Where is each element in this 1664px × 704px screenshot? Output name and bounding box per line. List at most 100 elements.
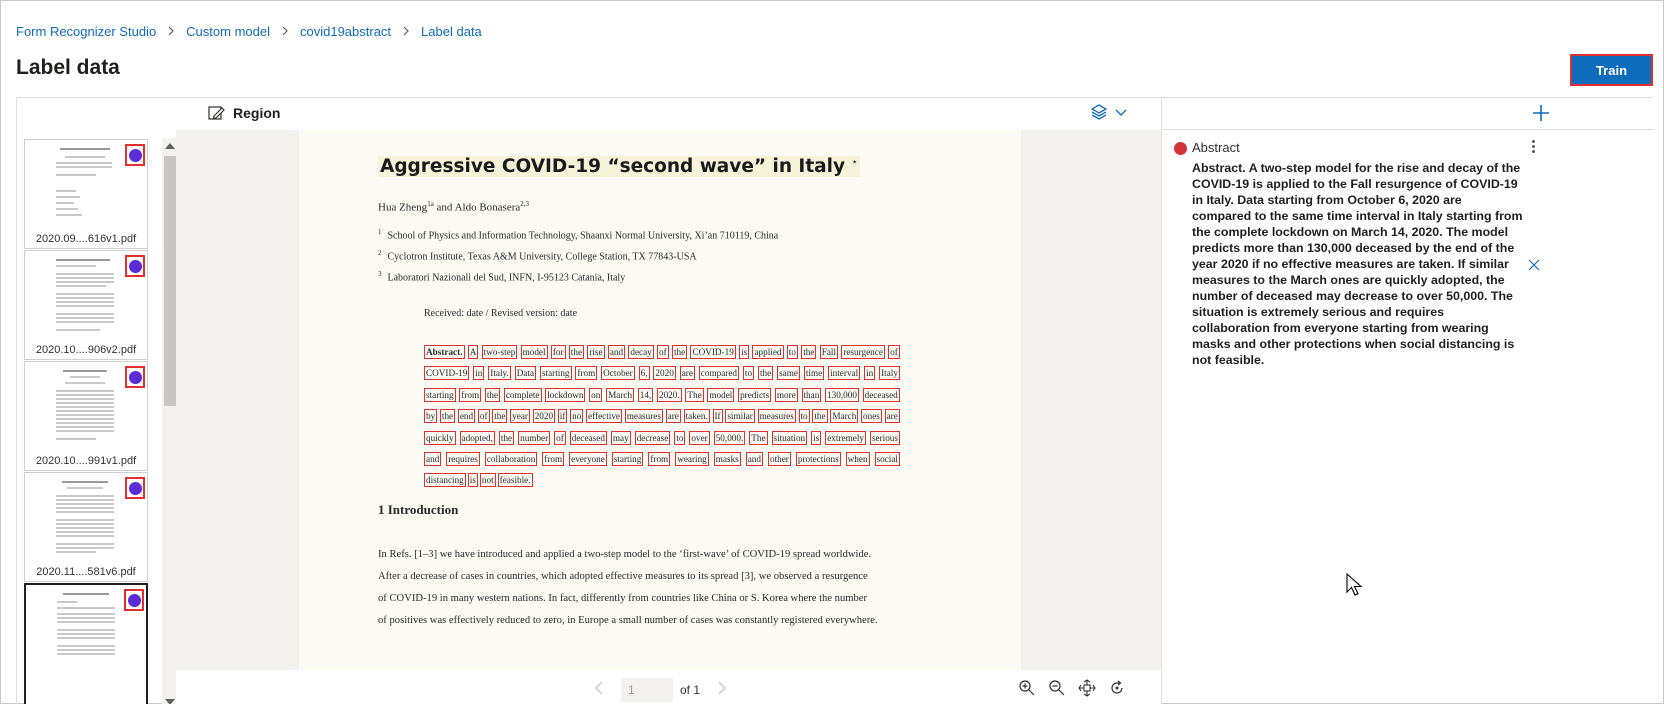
labeled-word-box[interactable]: the bbox=[671, 345, 688, 359]
labeled-word-box[interactable]: the bbox=[439, 409, 456, 423]
labeled-word-box[interactable]: same bbox=[777, 366, 800, 380]
thumbnail-item[interactable]: 2020.09....616v1.pdf bbox=[24, 139, 148, 249]
labeled-word-box[interactable]: taken. bbox=[683, 409, 710, 423]
labeled-word-box[interactable]: adopted, bbox=[459, 431, 495, 445]
region-tool-button[interactable]: Region bbox=[207, 104, 280, 122]
labeled-word-box[interactable]: The bbox=[749, 431, 768, 445]
labeled-word-box[interactable]: situation bbox=[771, 431, 808, 445]
labeled-word-box[interactable]: October bbox=[601, 366, 635, 380]
add-icon[interactable] bbox=[1530, 102, 1552, 124]
labeled-word-box[interactable]: the bbox=[568, 345, 585, 359]
labeled-word-box[interactable]: to bbox=[798, 409, 810, 423]
labeled-word-box[interactable]: from bbox=[459, 388, 482, 402]
labeled-word-box[interactable]: ones bbox=[861, 409, 882, 423]
labeled-word-box[interactable]: measures bbox=[624, 409, 663, 423]
labeled-word-box[interactable]: are bbox=[665, 409, 681, 423]
labeled-word-box[interactable]: deceased bbox=[862, 388, 900, 402]
labeled-word-box[interactable]: everyone bbox=[569, 452, 607, 466]
labeled-word-box[interactable]: of bbox=[657, 345, 669, 359]
labeled-word-box[interactable]: the bbox=[492, 409, 508, 423]
labeled-word-box[interactable]: protections bbox=[795, 452, 841, 466]
labeled-word-box[interactable]: interval bbox=[828, 366, 861, 380]
labeled-word-box[interactable]: from bbox=[542, 452, 565, 466]
labeled-word-box[interactable]: requires bbox=[446, 452, 480, 466]
labeled-word-box[interactable]: A bbox=[467, 345, 479, 359]
labeled-word-box[interactable]: on bbox=[589, 388, 603, 402]
close-icon[interactable] bbox=[1527, 258, 1541, 272]
labeled-word-box[interactable]: year bbox=[510, 409, 530, 423]
field-color-dot[interactable] bbox=[1174, 142, 1187, 155]
labeled-word-box[interactable]: more bbox=[774, 388, 798, 402]
labeled-word-box[interactable]: and bbox=[424, 452, 442, 466]
layers-dropdown[interactable] bbox=[1091, 104, 1128, 120]
labeled-word-box[interactable]: is bbox=[739, 345, 750, 359]
breadcrumb-item-project[interactable]: covid19abstract bbox=[300, 24, 391, 39]
labeled-word-box[interactable]: predicts bbox=[738, 388, 772, 402]
labeled-word-box[interactable]: may bbox=[610, 431, 631, 445]
labeled-word-box[interactable]: model bbox=[707, 388, 735, 402]
labeled-word-box[interactable]: 50,000. bbox=[713, 431, 746, 445]
labeled-word-box[interactable]: March bbox=[606, 388, 635, 402]
labeled-word-box[interactable]: 6, bbox=[638, 366, 650, 380]
labeled-word-box[interactable]: applied bbox=[752, 345, 784, 359]
document-thumbnail-list[interactable]: 2020.09....616v1.pdf 2020.10....906v2.pd… bbox=[16, 98, 176, 704]
labeled-word-box[interactable]: Italy. bbox=[488, 366, 511, 380]
labeled-word-box[interactable]: Abstract. bbox=[424, 345, 465, 359]
labeled-word-box[interactable]: social bbox=[874, 452, 900, 466]
labeled-word-box[interactable]: the bbox=[484, 388, 501, 402]
labeled-word-box[interactable]: is bbox=[811, 431, 822, 445]
labeled-word-box[interactable]: feasible. bbox=[497, 473, 533, 487]
labeled-word-box[interactable]: 2020. bbox=[656, 388, 682, 402]
zoom-out-icon[interactable] bbox=[1048, 679, 1066, 697]
labeled-word-box[interactable]: extremely bbox=[825, 431, 866, 445]
labeled-word-box[interactable]: deceased bbox=[569, 431, 607, 445]
labeled-word-box[interactable]: in bbox=[473, 366, 485, 380]
thumbnail-item-selected[interactable] bbox=[24, 583, 148, 704]
labeled-word-box[interactable]: than bbox=[801, 388, 822, 402]
labeled-word-box[interactable]: other bbox=[767, 452, 791, 466]
labeled-word-box[interactable]: number bbox=[518, 431, 551, 445]
labeled-word-box[interactable]: starting bbox=[611, 452, 644, 466]
labeled-word-box[interactable]: when bbox=[845, 452, 870, 466]
labeled-word-box[interactable]: resurgence bbox=[841, 345, 885, 359]
labeled-word-box[interactable]: COVID-19 bbox=[690, 345, 736, 359]
labeled-word-box[interactable]: quickly bbox=[424, 431, 456, 445]
labeled-word-box[interactable]: two-step bbox=[481, 345, 518, 359]
more-vertical-icon[interactable] bbox=[1526, 136, 1540, 156]
labeled-word-box[interactable]: of bbox=[477, 409, 490, 423]
thumbnail-item[interactable]: 2020.10....991v1.pdf bbox=[24, 361, 148, 471]
labeled-word-box[interactable]: rise bbox=[587, 345, 605, 359]
labeled-word-box[interactable]: the bbox=[801, 345, 817, 359]
labeled-word-box[interactable]: end bbox=[457, 409, 476, 423]
labeled-word-box[interactable]: lockdown bbox=[545, 388, 586, 402]
labeled-word-box[interactable]: 14, bbox=[637, 388, 654, 402]
labeled-word-box[interactable]: The bbox=[685, 388, 704, 402]
labeled-word-box[interactable]: 130,000 bbox=[825, 388, 859, 402]
labeled-word-box[interactable]: from bbox=[648, 452, 671, 466]
scroll-down-icon[interactable] bbox=[165, 699, 175, 704]
labeled-word-box[interactable]: are bbox=[679, 366, 695, 380]
labeled-word-box[interactable]: to bbox=[786, 345, 798, 359]
train-button[interactable]: Train bbox=[1570, 54, 1653, 86]
labeled-word-box[interactable]: the bbox=[812, 409, 828, 423]
labeled-word-box[interactable]: 2020 bbox=[532, 409, 556, 423]
labeled-word-box[interactable]: distancing bbox=[424, 473, 466, 487]
labeled-word-box[interactable]: masks bbox=[713, 452, 741, 466]
labeled-word-box[interactable]: model bbox=[520, 345, 548, 359]
thumbnail-scrollbar[interactable] bbox=[162, 138, 176, 704]
labeled-word-box[interactable]: if bbox=[557, 409, 568, 423]
labeled-word-box[interactable]: is bbox=[467, 473, 478, 487]
breadcrumb-item-form-recognizer-studio[interactable]: Form Recognizer Studio bbox=[16, 24, 156, 39]
labeled-word-box[interactable]: starting bbox=[539, 366, 572, 380]
labeled-word-box[interactable]: starting bbox=[424, 388, 456, 402]
fit-page-icon[interactable] bbox=[1078, 679, 1096, 697]
thumbnail-item[interactable]: 2020.11....581v6.pdf bbox=[24, 472, 148, 582]
labeled-word-box[interactable]: of bbox=[554, 431, 566, 445]
breadcrumb-item-custom-model[interactable]: Custom model bbox=[186, 24, 270, 39]
labeled-word-box[interactable]: measures bbox=[757, 409, 796, 423]
labeled-word-box[interactable]: to bbox=[742, 366, 755, 380]
labeled-word-box[interactable]: Fall bbox=[819, 345, 839, 359]
scrollbar-thumb[interactable] bbox=[164, 156, 176, 406]
chevron-right-icon[interactable] bbox=[717, 681, 727, 695]
labeled-word-box[interactable]: and bbox=[607, 345, 626, 359]
